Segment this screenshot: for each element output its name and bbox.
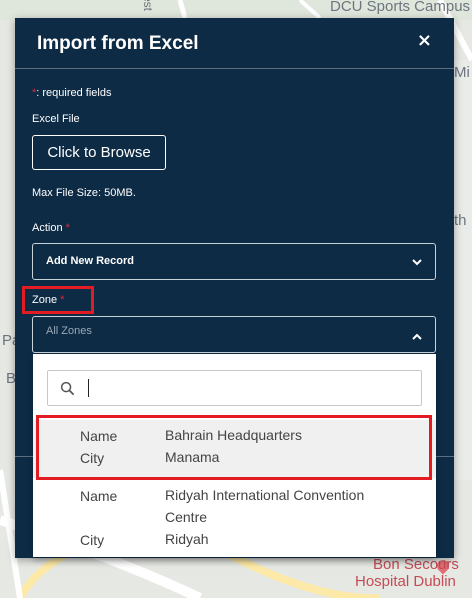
search-input[interactable] [86, 376, 410, 402]
map-label-campus: DCU Sports Campus [330, 0, 471, 15]
zone-select[interactable]: All Zones [32, 316, 436, 353]
close-button[interactable]: × [413, 28, 436, 53]
zone-dropdown: Name Bahrain Headquarters City Manama Na… [33, 354, 436, 557]
chevron-down-icon [412, 259, 422, 266]
browse-button[interactable]: Click to Browse [32, 135, 166, 170]
action-required-star: * [65, 222, 70, 234]
zone-label-text: Zone [32, 294, 58, 306]
text-cursor [88, 379, 89, 397]
action-select-value: Add New Record [46, 255, 135, 267]
option-city-value: Ridyah [165, 531, 209, 547]
option-name-key: Name [80, 428, 118, 444]
option-name-key: Name [80, 488, 118, 504]
zone-option-bahrain[interactable]: Name Bahrain Headquarters City Manama [33, 420, 436, 478]
option-name-value-line2: Centre [165, 509, 208, 525]
option-name-value: Bahrain Headquarters [165, 427, 302, 443]
chevron-up-icon [412, 333, 422, 340]
action-label-text: Action [32, 222, 63, 234]
modal-title: Import from Excel [37, 33, 199, 54]
zone-option-ridyah[interactable]: Name Ridyah International Convention Cen… [33, 480, 436, 554]
action-label: Action * [32, 222, 70, 234]
modal-header: Import from Excel × [15, 18, 454, 69]
map-label-right-1: Mi [454, 64, 470, 81]
map-poi-line1: Bon Secours [373, 556, 459, 573]
action-select[interactable]: Add New Record [32, 243, 436, 280]
map-label-right-2: th [454, 212, 467, 229]
map-poi-hospital: Bon Secours Hospital Dublin [355, 556, 459, 590]
zone-required-star: * [60, 294, 65, 306]
max-file-size: Max File Size: 50MB. [32, 187, 136, 199]
option-city-key: City [80, 450, 105, 466]
required-note: *: required fields [32, 87, 112, 99]
required-note-text: : required fields [36, 87, 112, 99]
dropdown-search[interactable] [47, 370, 422, 406]
zone-label: Zone * [32, 294, 64, 306]
option-name-value-line1: Ridyah International Convention [165, 487, 365, 503]
map-poi-line2: Hospital Dublin [355, 573, 456, 590]
zone-select-value: All Zones [46, 325, 92, 337]
option-city-value: Manama [165, 449, 220, 465]
option-city-key: City [80, 532, 105, 548]
map-label-street: est [141, 0, 156, 12]
excel-file-label: Excel File [32, 113, 80, 125]
search-icon [60, 381, 75, 396]
